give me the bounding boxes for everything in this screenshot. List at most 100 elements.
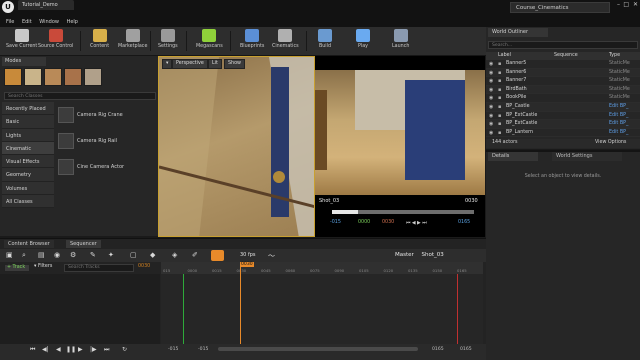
outliner-row[interactable]: ◉ ▪ BP_ExtCastle Edit BP_ xyxy=(486,120,640,129)
visibility-eye-icon[interactable]: ◉ xyxy=(489,104,493,110)
visibility-eye-icon[interactable]: ◉ xyxy=(489,87,493,93)
build-button[interactable]: Build xyxy=(318,29,332,54)
category-all-classes[interactable]: All Classes xyxy=(2,195,54,209)
outliner-search-input[interactable]: Search... xyxy=(488,41,638,49)
view-start-a[interactable]: -015 xyxy=(168,347,178,352)
search-tracks-input[interactable]: Search Tracks xyxy=(64,264,134,272)
outliner-row[interactable]: ◉ ▪ BirdBath StaticMe xyxy=(486,85,640,95)
outliner-row[interactable]: ◉ ▪ Banner6 StaticMe xyxy=(486,68,640,78)
fx-icon[interactable]: ✦ xyxy=(108,251,114,259)
outliner-row[interactable]: ◉ ▪ Banner7 StaticMe xyxy=(486,77,640,86)
world-outliner-tab[interactable]: World Outliner xyxy=(488,28,548,37)
edit-blueprint-link[interactable]: Edit BP_ xyxy=(609,113,628,118)
edit-blueprint-link[interactable]: Edit BP_ xyxy=(609,130,628,135)
level-tab[interactable]: Tutorial_Demo xyxy=(18,0,74,10)
step-back-icon[interactable]: ◀| xyxy=(42,346,49,353)
play-reverse-icon[interactable]: ◀ xyxy=(56,346,61,353)
settings-button[interactable]: Settings xyxy=(158,29,178,54)
visibility-eye-icon[interactable]: ◉ xyxy=(489,130,493,136)
show-button[interactable]: Show xyxy=(224,59,245,69)
perspective-viewport[interactable] xyxy=(158,56,315,237)
blueprints-button[interactable]: Blueprints xyxy=(240,29,264,54)
megascans-button[interactable]: Megascans xyxy=(196,29,223,54)
fps-selector[interactable]: 30 fps xyxy=(240,252,256,258)
outliner-row[interactable]: ◉ ▪ BP_ExtCastle Edit BP_ xyxy=(486,112,640,121)
timeline-area[interactable] xyxy=(161,262,483,346)
modes-item[interactable]: Cine Camera Actor xyxy=(56,156,156,182)
category-basic[interactable]: Basic xyxy=(2,115,54,129)
jump-end-icon[interactable]: ⏭ xyxy=(104,346,109,354)
breadcrumb-master[interactable]: Master xyxy=(395,252,414,258)
viewport-options-button[interactable]: ▾ xyxy=(162,59,173,69)
visibility-eye-icon[interactable]: ◉ xyxy=(489,95,493,101)
close-icon[interactable]: ✕ xyxy=(633,1,638,8)
category-visual-effects[interactable]: Visual Effects xyxy=(2,155,54,169)
playback-range-start[interactable] xyxy=(183,274,184,346)
modes-search-input[interactable]: Search Classes xyxy=(4,92,156,100)
col-type[interactable]: Type xyxy=(609,53,620,58)
category-geometry[interactable]: Geometry xyxy=(2,168,54,182)
modes-item[interactable]: Camera Rig Crane xyxy=(56,104,156,130)
details-tab[interactable]: Details xyxy=(488,152,538,161)
add-track-button[interactable]: + Track xyxy=(4,264,30,272)
visibility-eye-icon[interactable]: ◉ xyxy=(489,70,493,76)
lit-button[interactable]: Lit xyxy=(208,59,222,69)
landscape-mode-icon[interactable] xyxy=(44,68,62,86)
visibility-eye-icon[interactable]: ◉ xyxy=(489,78,493,84)
filters-button[interactable]: ▾ Filters xyxy=(34,264,52,269)
curve-editor-icon[interactable]: 〜 xyxy=(268,251,275,261)
menu-edit[interactable]: Edit xyxy=(22,19,32,25)
marketplace-button[interactable]: Marketplace xyxy=(118,29,147,54)
outliner-row[interactable]: ◉ ▪ BP_Lantern Edit BP_ xyxy=(486,129,640,138)
camera-icon[interactable]: ◉ xyxy=(54,251,60,259)
snap-icon[interactable]: ⚙ xyxy=(70,251,76,259)
menu-window[interactable]: Window xyxy=(39,19,59,25)
visibility-eye-icon[interactable]: ◉ xyxy=(489,113,493,119)
render-movie-icon[interactable]: ▤ xyxy=(38,251,45,259)
cinematics-button[interactable]: Cinematics xyxy=(272,29,299,54)
select-icon[interactable]: ▢ xyxy=(130,251,137,259)
view-options-button[interactable]: View Options xyxy=(595,140,626,145)
menu-help[interactable]: Help xyxy=(67,19,78,25)
visibility-eye-icon[interactable]: ◉ xyxy=(489,61,493,67)
save-current-button[interactable]: Save Current xyxy=(6,29,37,54)
save-sequence-icon[interactable]: ▣ xyxy=(6,251,13,259)
pause-icon[interactable]: ❚❚ xyxy=(66,346,76,353)
edit-icon[interactable]: ✐ xyxy=(192,251,198,259)
sequencer-tab[interactable]: Sequencer xyxy=(66,240,101,248)
view-end-a[interactable]: 0165 xyxy=(432,347,444,352)
key-mode-icon[interactable]: ◆ xyxy=(150,251,155,259)
play-button[interactable]: Play xyxy=(356,29,370,54)
find-asset-icon[interactable]: ⌕ xyxy=(22,251,26,260)
source-control-button[interactable]: Source Control xyxy=(38,29,73,54)
view-end-b[interactable]: 0165 xyxy=(460,347,472,352)
timeline-scrollbar[interactable] xyxy=(218,347,418,351)
playhead[interactable] xyxy=(240,263,241,346)
edit-blueprint-link[interactable]: Edit BP_ xyxy=(609,121,628,126)
snap-toggle-icon[interactable] xyxy=(211,250,224,261)
place-mode-icon[interactable] xyxy=(4,68,22,86)
view-start-b[interactable]: -015 xyxy=(198,347,208,352)
col-label[interactable]: Label xyxy=(498,53,511,58)
category-recently-placed[interactable]: Recently Placed xyxy=(2,102,54,116)
world-settings-tab[interactable]: World Settings xyxy=(552,152,622,161)
modes-tab[interactable]: Modes xyxy=(2,57,46,66)
loop-icon[interactable]: ↻ xyxy=(122,346,127,353)
jump-start-icon[interactable]: ⏮ xyxy=(30,346,35,354)
menu-file[interactable]: File xyxy=(6,19,14,25)
auto-key-icon[interactable]: ◈ xyxy=(172,251,177,259)
geometry-mode-icon[interactable] xyxy=(84,68,102,86)
foliage-mode-icon[interactable] xyxy=(64,68,82,86)
visibility-eye-icon[interactable]: ◉ xyxy=(489,121,493,127)
key-icon[interactable]: ✎ xyxy=(90,251,96,259)
category-volumes[interactable]: Volumes xyxy=(2,181,54,196)
launch-button[interactable]: Launch xyxy=(392,29,409,54)
playback-range-end[interactable] xyxy=(457,274,458,346)
modes-item[interactable]: Camera Rig Rail xyxy=(56,130,156,156)
breadcrumb-shot[interactable]: Shot_03 xyxy=(422,252,444,258)
category-cinematic[interactable]: Cinematic xyxy=(2,141,54,156)
minimize-icon[interactable]: – xyxy=(617,1,620,8)
cam-transport[interactable]: ⏮ ◀ ▶ ⏭ xyxy=(406,220,427,226)
outliner-row[interactable]: ◉ ▪ BookPile StaticMe xyxy=(486,94,640,103)
current-frame[interactable]: 0030 xyxy=(138,264,150,269)
